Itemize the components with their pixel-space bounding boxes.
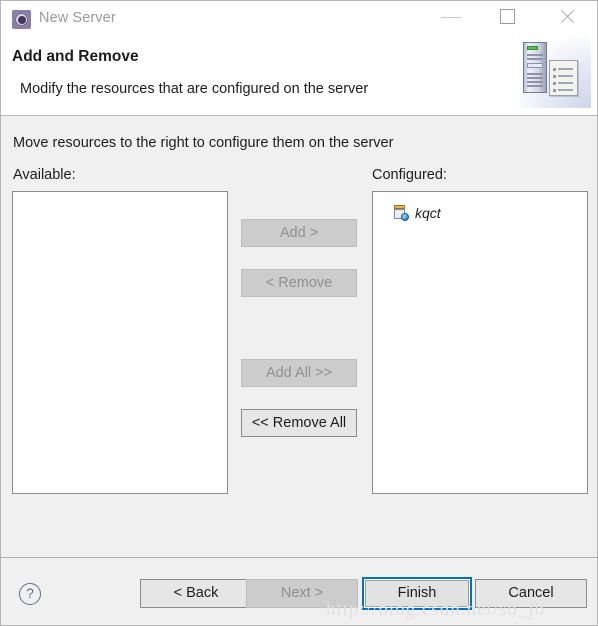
configured-list[interactable]: kqct bbox=[372, 191, 588, 494]
page-title: Add and Remove bbox=[12, 48, 139, 65]
configured-label: Configured: bbox=[372, 167, 447, 183]
server-tower-document-icon bbox=[509, 36, 591, 108]
finish-button[interactable]: Finish bbox=[365, 580, 469, 607]
title-bar: New Server bbox=[1, 1, 597, 39]
list-item[interactable]: kqct bbox=[393, 203, 441, 222]
maximize-icon[interactable] bbox=[485, 1, 531, 32]
cancel-button[interactable]: Cancel bbox=[475, 579, 587, 608]
new-server-dialog: New Server Add and Remove Modify the res… bbox=[0, 0, 598, 626]
instruction-text: Move resources to the right to configure… bbox=[13, 135, 394, 151]
close-icon[interactable] bbox=[545, 1, 591, 32]
minimize-icon[interactable] bbox=[428, 1, 474, 32]
available-label: Available: bbox=[13, 167, 76, 183]
page-subtitle: Modify the resources that are configured… bbox=[20, 81, 369, 97]
finish-button-focus-ring[interactable]: Finish bbox=[362, 577, 472, 610]
content-panel: Move resources to the right to configure… bbox=[1, 116, 597, 558]
available-list[interactable] bbox=[12, 191, 228, 494]
add-button[interactable]: Add > bbox=[241, 219, 357, 247]
web-module-icon bbox=[393, 204, 409, 221]
wizard-header: Add and Remove Modify the resources that… bbox=[1, 36, 597, 116]
back-button[interactable]: < Back bbox=[140, 579, 252, 608]
next-button[interactable]: Next > bbox=[246, 579, 358, 608]
remove-all-button[interactable]: << Remove All bbox=[241, 409, 357, 437]
add-all-button[interactable]: Add All >> bbox=[241, 359, 357, 387]
help-icon[interactable]: ? bbox=[19, 583, 41, 605]
list-item-label: kqct bbox=[415, 204, 441, 221]
remove-button[interactable]: < Remove bbox=[241, 269, 357, 297]
server-gear-icon bbox=[12, 10, 31, 29]
window-title: New Server bbox=[39, 10, 116, 26]
